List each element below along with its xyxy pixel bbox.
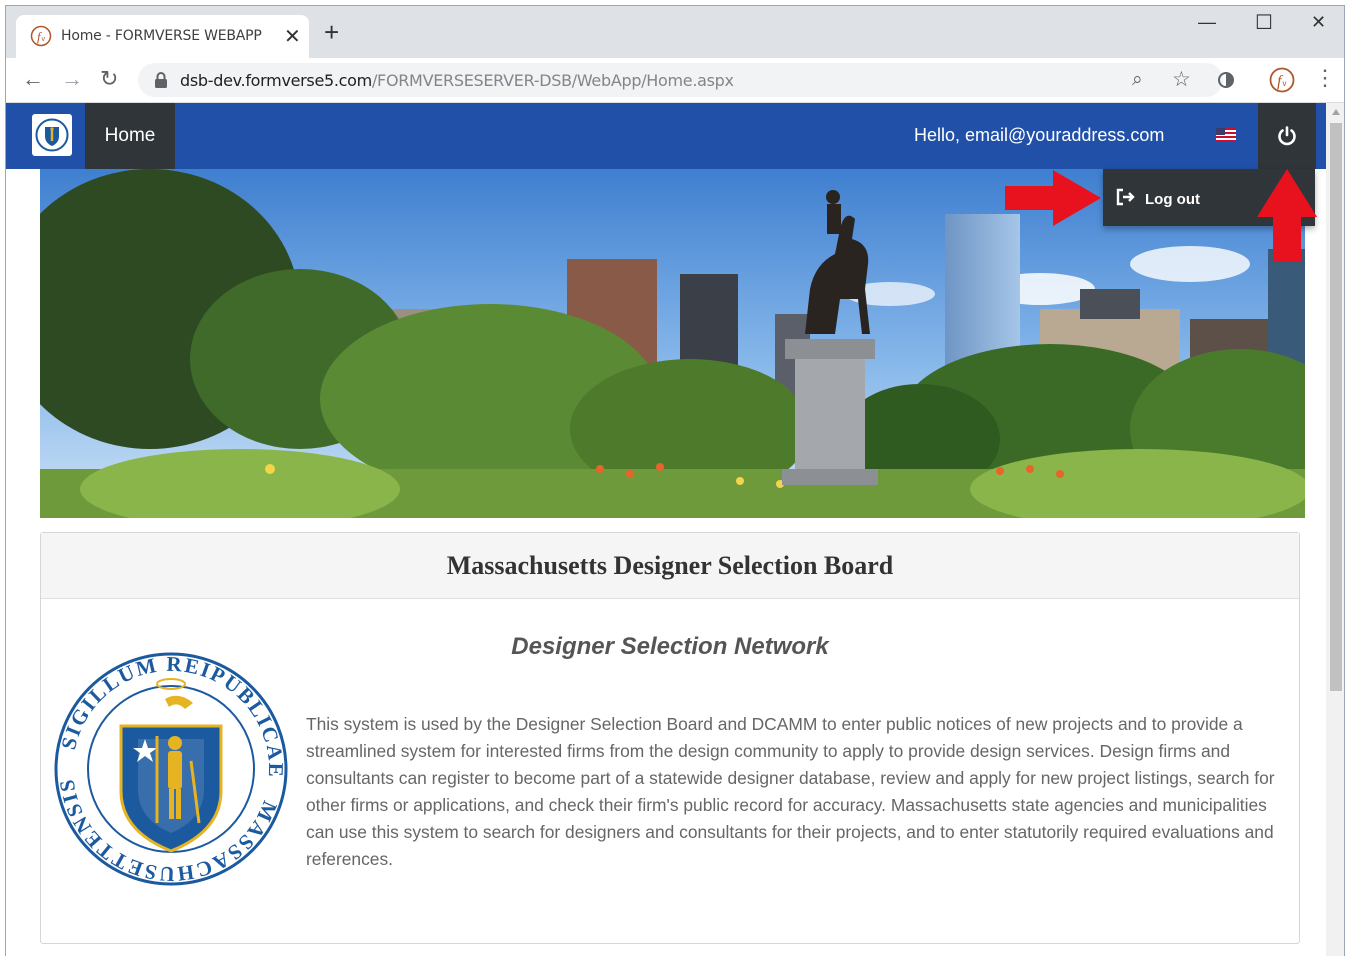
new-tab-button[interactable]: + bbox=[324, 19, 339, 45]
extension-icon[interactable] bbox=[1217, 71, 1235, 89]
massachusetts-seal-icon: SIGILLUM REIPUBLICAE MASSACHUSETTENSIS bbox=[54, 652, 288, 886]
app-navbar: Home Hello, email@youraddress.com bbox=[6, 103, 1326, 169]
lock-icon bbox=[155, 72, 167, 88]
formverse-extension-icon[interactable]: f v bbox=[1269, 67, 1295, 93]
power-button[interactable] bbox=[1258, 103, 1316, 169]
page-scrollbar[interactable] bbox=[1326, 103, 1344, 956]
power-icon bbox=[1278, 126, 1296, 146]
maximize-button[interactable]: ☐ bbox=[1255, 10, 1273, 35]
formverse-favicon-icon: f v bbox=[30, 25, 52, 47]
info-card: Massachusetts Designer Selection Board D… bbox=[40, 532, 1300, 944]
browser-window: f v Home - FORMVERSE WEBAPP ✕ + — ☐ ✕ ← … bbox=[5, 5, 1345, 956]
address-bar[interactable]: dsb-dev.formverse5.com/FORMVERSESERVER-D… bbox=[138, 63, 1223, 97]
reload-button[interactable]: ↻ bbox=[100, 67, 118, 91]
us-flag-icon[interactable] bbox=[1216, 128, 1236, 142]
forward-button[interactable]: → bbox=[61, 67, 83, 91]
minimize-button[interactable]: — bbox=[1198, 12, 1216, 33]
tab-strip: f v Home - FORMVERSE WEBAPP ✕ + — ☐ ✕ bbox=[6, 6, 1344, 58]
card-header: Massachusetts Designer Selection Board bbox=[41, 533, 1299, 599]
svg-text:v: v bbox=[1283, 79, 1287, 88]
back-button[interactable]: ← bbox=[22, 67, 44, 91]
card-description: This system is used by the Designer Sele… bbox=[306, 714, 1275, 869]
seal-icon bbox=[35, 118, 69, 152]
annotation-arrow-up-icon bbox=[1257, 169, 1317, 262]
browser-tab-home[interactable]: f v Home - FORMVERSE WEBAPP ✕ bbox=[16, 15, 309, 58]
scroll-thumb[interactable] bbox=[1330, 123, 1342, 691]
browser-toolbar: ← → ↻ dsb-dev.formverse5.com/FORMVERSESE… bbox=[6, 58, 1344, 103]
svg-text:v: v bbox=[42, 36, 46, 43]
nav-home-link[interactable]: Home bbox=[85, 103, 175, 169]
annotation-arrow-right-icon bbox=[1005, 170, 1101, 226]
tab-title: Home - FORMVERSE WEBAPP bbox=[61, 28, 262, 44]
bookmark-star-icon[interactable]: ☆ bbox=[1172, 67, 1191, 92]
browser-menu-icon[interactable]: ⋮ bbox=[1314, 66, 1336, 90]
state-logo[interactable] bbox=[32, 114, 72, 156]
user-greeting[interactable]: Hello, email@youraddress.com bbox=[914, 125, 1164, 146]
url-text: dsb-dev.formverse5.com/FORMVERSESERVER-D… bbox=[180, 71, 734, 90]
scroll-up-icon[interactable] bbox=[1332, 109, 1340, 115]
url-path: /FORMVERSESERVER-DSB/WebApp/Home.aspx bbox=[371, 71, 734, 90]
window-close-button[interactable]: ✕ bbox=[1311, 12, 1326, 33]
logout-menu-item[interactable]: Log out bbox=[1145, 191, 1200, 208]
sign-out-icon bbox=[1116, 188, 1135, 206]
card-title: Massachusetts Designer Selection Board bbox=[446, 550, 894, 580]
url-domain: dsb-dev.formverse5.com bbox=[180, 71, 372, 90]
zoom-icon[interactable]: ⌕ bbox=[1132, 69, 1143, 91]
tab-close-icon[interactable]: ✕ bbox=[284, 24, 301, 49]
